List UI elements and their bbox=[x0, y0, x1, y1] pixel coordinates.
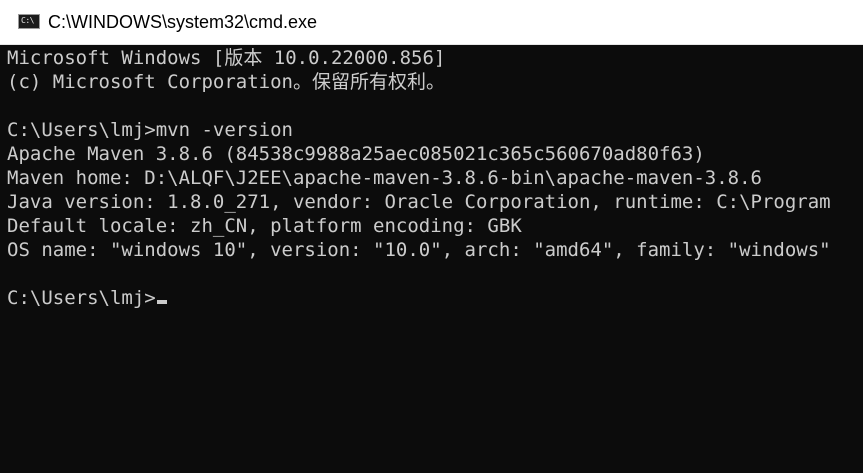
title-bar[interactable]: C:\ C:\WINDOWS\system32\cmd.exe bbox=[0, 0, 863, 45]
text-cursor bbox=[156, 300, 167, 304]
cmd-icon[interactable]: C:\ bbox=[18, 14, 40, 29]
console-line: Microsoft Windows [版本 10.0.22000.856] bbox=[7, 47, 446, 69]
console-line: Apache Maven 3.8.6 (84538c9988a25aec0850… bbox=[7, 143, 705, 165]
cmd-icon-glyph: C:\ bbox=[21, 16, 34, 25]
prompt-line[interactable]: C:\Users\lmj> bbox=[7, 286, 167, 310]
console-line: C:\Users\lmj>mvn -version bbox=[7, 119, 293, 141]
console-line: Java version: 1.8.0_271, vendor: Oracle … bbox=[7, 191, 831, 213]
window-title: C:\WINDOWS\system32\cmd.exe bbox=[48, 12, 318, 32]
console-line: Default locale: zh_CN, platform encoding… bbox=[7, 215, 522, 237]
console-line: (c) Microsoft Corporation。保留所有权利。 bbox=[7, 71, 445, 93]
cmd-window: C:\ C:\WINDOWS\system32\cmd.exe Microsof… bbox=[0, 0, 863, 473]
console-line: OS name: "windows 10", version: "10.0", … bbox=[7, 239, 831, 261]
prompt-text: C:\Users\lmj> bbox=[7, 287, 156, 309]
console-line: Maven home: D:\ALQF\J2EE\apache-maven-3.… bbox=[7, 167, 762, 189]
console-output[interactable]: Microsoft Windows [版本 10.0.22000.856] (c… bbox=[0, 45, 863, 473]
